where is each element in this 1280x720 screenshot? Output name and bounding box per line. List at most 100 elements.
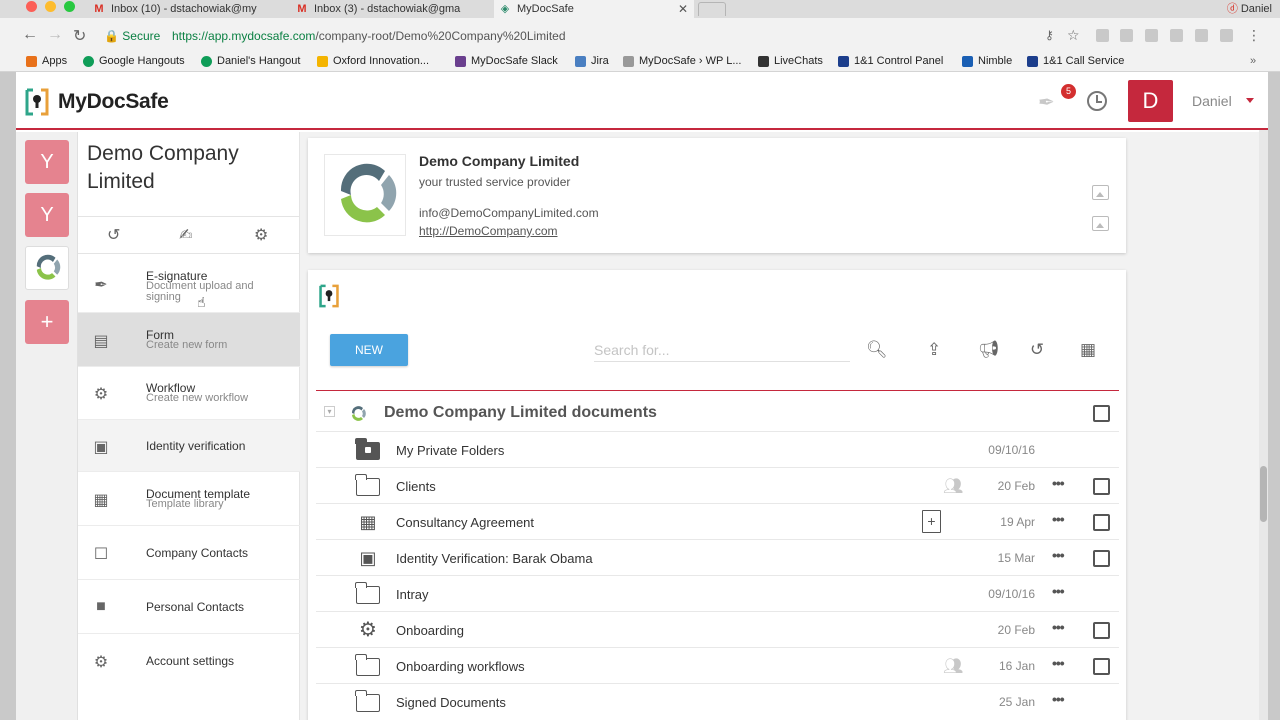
bookmark-oxford-innovation[interactable]: Oxford Innovation...	[317, 55, 429, 67]
user-menu-caret-icon[interactable]	[1246, 98, 1254, 103]
extension-4-icon[interactable]	[1170, 29, 1183, 42]
select-all-checkbox[interactable]	[1093, 405, 1110, 422]
brand-logo[interactable]: MyDocSafe	[24, 86, 169, 118]
row-more-icon[interactable]: •••	[1052, 655, 1065, 671]
row-more-icon[interactable]: •••	[1052, 583, 1065, 599]
browser-profile[interactable]: ⓓ Daniel	[1227, 0, 1272, 16]
upload-logo-image-icon[interactable]	[1092, 185, 1109, 200]
row-checkbox[interactable]	[1093, 478, 1110, 495]
row-name[interactable]: Onboarding workflows	[396, 659, 525, 674]
company-website-link[interactable]: http://DemoCompany.com	[419, 224, 558, 238]
bookmark-mydocsafe-slack[interactable]: MyDocSafe Slack	[455, 55, 558, 67]
bookmark-daniels-hangout[interactable]: Daniel's Hangout	[201, 55, 300, 67]
forward-icon[interactable]: →	[47, 26, 63, 44]
upload-banner-image-icon[interactable]	[1092, 216, 1109, 231]
bookmark-1and1-call-service[interactable]: 1&1 Call Service	[1027, 55, 1124, 67]
menu-item-identity-verification[interactable]: ▣ Identity verification	[78, 420, 300, 472]
search-input[interactable]	[594, 338, 850, 362]
share-icon[interactable]: ⇪	[927, 340, 941, 360]
extension-2-icon[interactable]	[1120, 29, 1133, 42]
calendar-icon[interactable]: ▦	[1080, 340, 1096, 360]
new-file-icon[interactable]: +	[922, 510, 941, 533]
row-checkbox[interactable]	[1093, 658, 1110, 675]
company-switch-demo[interactable]	[25, 246, 69, 290]
table-row[interactable]: Onboarding workflows 👥︎ 16 Jan •••	[316, 648, 1119, 684]
bookmarks-overflow-icon[interactable]: »	[1250, 55, 1256, 67]
row-name[interactable]: Clients	[396, 479, 436, 494]
user-name[interactable]: Daniel	[1192, 93, 1232, 109]
url-text[interactable]: https://app.mydocsafe.com/company-root/D…	[172, 29, 566, 43]
add-company-button[interactable]: +	[25, 300, 69, 344]
bookmark-livechats[interactable]: LiveChats	[758, 55, 823, 67]
table-row[interactable]: ⚙ Onboarding 20 Feb •••	[316, 612, 1119, 648]
history-icon[interactable]: ↺	[1030, 340, 1044, 360]
extension-cloud-icon[interactable]	[1096, 29, 1109, 42]
maximize-window-button[interactable]	[64, 1, 75, 12]
menu-item-account-settings[interactable]: ⚙ Account settings	[78, 634, 300, 688]
new-document-button[interactable]: NEW	[330, 334, 408, 366]
table-row[interactable]: ▦ Consultancy Agreement + 19 Apr •••	[316, 504, 1119, 540]
signature-pen-icon[interactable]: ✒	[1038, 90, 1055, 115]
company-logo[interactable]	[324, 154, 406, 236]
bookmark-star-icon[interactable]: ☆	[1067, 27, 1080, 44]
row-checkbox[interactable]	[1093, 622, 1110, 639]
menu-item-form[interactable]: ▤ Form Create new form	[78, 313, 300, 367]
history-icon[interactable]: ↺	[107, 225, 120, 245]
row-checkbox[interactable]	[1093, 514, 1110, 531]
table-row[interactable]: Clients 👥︎ 20 Feb •••	[316, 468, 1119, 504]
row-more-icon[interactable]: •••	[1052, 511, 1065, 527]
row-name[interactable]: Consultancy Agreement	[396, 515, 534, 530]
broadcast-icon[interactable]: ✍	[179, 225, 192, 245]
row-more-icon[interactable]: •••	[1052, 619, 1065, 635]
search-icon[interactable]: 🔍︎	[866, 340, 888, 360]
row-name[interactable]: Onboarding	[396, 623, 464, 638]
bookmark-apps[interactable]: Apps	[26, 55, 67, 67]
user-avatar[interactable]: D	[1128, 80, 1173, 122]
row-checkbox[interactable]	[1093, 550, 1110, 567]
bookmark-google-hangouts[interactable]: Google Hangouts	[83, 55, 185, 67]
table-row[interactable]: Signed Documents 25 Jan •••	[316, 684, 1119, 720]
page-scrollbar-thumb[interactable]	[1260, 466, 1267, 522]
bookmark-mydocsafe-wp[interactable]: MyDocSafe › WP L...	[623, 55, 742, 67]
new-tab-button[interactable]	[698, 2, 726, 16]
menu-item-personal-contacts[interactable]: ■ Personal Contacts	[78, 580, 300, 634]
extension-6-icon[interactable]	[1220, 29, 1233, 42]
row-name[interactable]: Identity Verification: Barak Obama	[396, 551, 593, 566]
key-icon[interactable]: ⚷	[1045, 28, 1054, 42]
extension-5-icon[interactable]	[1195, 29, 1208, 42]
company-switch-y-1[interactable]: Y	[25, 140, 69, 184]
history-clock-icon[interactable]	[1087, 91, 1107, 111]
menu-item-e-signature[interactable]: ✒ E-signature Document upload and signin…	[78, 255, 300, 313]
announce-megaphone-icon[interactable]: 📢︎	[978, 340, 1000, 360]
table-row[interactable]: ▣ Identity Verification: Barak Obama 15 …	[316, 540, 1119, 576]
minimize-window-button[interactable]	[45, 1, 56, 12]
browser-tab-mydocsafe[interactable]: ◈ MyDocSafe ✕	[494, 0, 694, 18]
back-icon[interactable]: ←	[22, 26, 38, 44]
menu-item-workflow[interactable]: ⚙ Workflow Create new workflow	[78, 367, 300, 420]
menu-item-company-contacts[interactable]: ☐ Company Contacts	[78, 526, 300, 580]
extension-3-icon[interactable]	[1145, 29, 1158, 42]
row-name[interactable]: Signed Documents	[396, 695, 506, 710]
close-window-button[interactable]	[26, 1, 37, 12]
browser-tab-inbox-2[interactable]: M Inbox (3) - dstachowiak@gma	[291, 0, 491, 18]
secure-indicator[interactable]: 🔒 Secure	[104, 29, 160, 43]
bookmark-1and1-control-panel[interactable]: 1&1 Control Panel	[838, 55, 943, 67]
page-scrollbar[interactable]	[1259, 130, 1268, 720]
browser-menu-icon[interactable]: ⋮	[1247, 27, 1261, 44]
reload-icon[interactable]: ↻	[73, 26, 86, 46]
row-more-icon[interactable]: •••	[1052, 547, 1065, 563]
company-email[interactable]: info@DemoCompanyLimited.com	[419, 206, 599, 220]
row-more-icon[interactable]: •••	[1052, 691, 1065, 707]
collapse-toggle-icon[interactable]: ▾	[324, 406, 335, 417]
menu-item-document-template[interactable]: ▦ Document template Template library	[78, 472, 300, 526]
row-name[interactable]: Intray	[396, 587, 429, 602]
settings-gear-icon[interactable]: ⚙	[254, 225, 268, 245]
browser-tab-inbox-1[interactable]: M Inbox (10) - dstachowiak@my	[88, 0, 288, 18]
bookmark-nimble[interactable]: Nimble	[962, 55, 1012, 67]
company-switch-y-2[interactable]: Y	[25, 193, 69, 237]
table-row[interactable]: My Private Folders 09/10/16	[316, 432, 1119, 468]
row-name[interactable]: My Private Folders	[396, 443, 504, 458]
close-tab-icon[interactable]: ✕	[678, 2, 688, 16]
table-row[interactable]: Intray 09/10/16 •••	[316, 576, 1119, 612]
bookmark-jira[interactable]: Jira	[575, 55, 609, 67]
